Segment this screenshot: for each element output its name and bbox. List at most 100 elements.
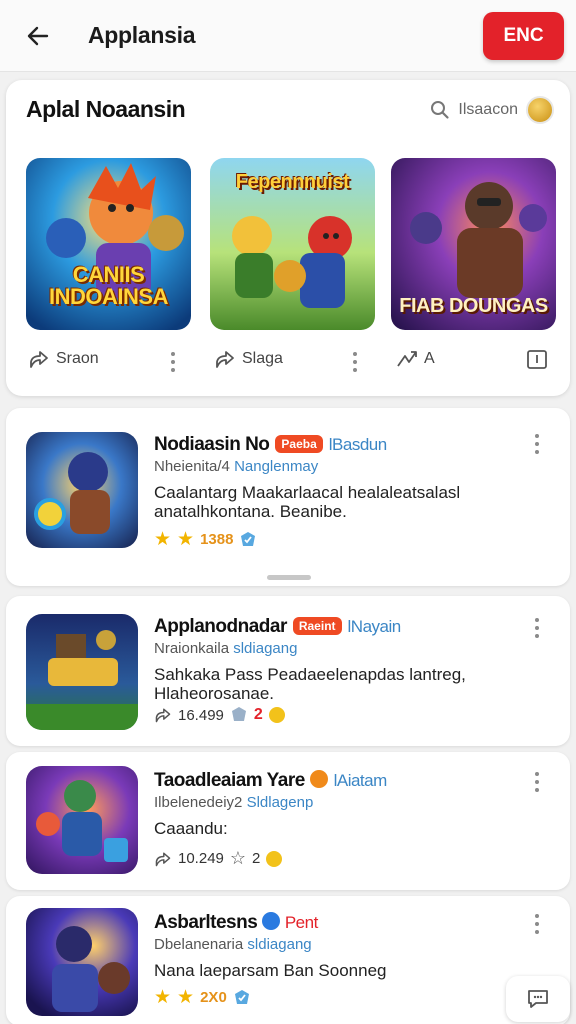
more-vert-icon[interactable] [534, 772, 540, 792]
star-icon: ★ [177, 987, 195, 1008]
developer-name: Nraionkaila [154, 640, 230, 657]
page-title: Applansia [88, 22, 196, 48]
search-label: Ilsaacon [458, 101, 518, 118]
action-label: Sraon [56, 350, 99, 367]
developer-line: Nraionkaila sldiagang [154, 640, 297, 657]
drag-handle[interactable] [267, 575, 311, 580]
emoji-icon [266, 850, 283, 867]
app-badge: Raeint [292, 617, 342, 635]
rating-value: 2X0 [200, 989, 227, 1006]
app-meta: 10.249 ☆ 2 [154, 848, 283, 869]
emoji-icon [268, 707, 285, 723]
developer-line: Dbelanenaria sldiagang [154, 936, 312, 953]
featured-search[interactable]: Ilsaacon [430, 96, 554, 124]
featured-game-tile[interactable]: FIAB DOUNGAS [391, 158, 556, 330]
app-tag: lAiatam [333, 771, 388, 790]
app-meta: ★ ★ 1388 [154, 528, 257, 551]
app-title: Applanodnadar Raeint lNayain [154, 616, 401, 638]
app-description: Caalantarg Maakarlaacal healaleatsalasl … [154, 483, 461, 521]
app-name-text: Taoadleaiam Yare [154, 770, 305, 791]
back-arrow-icon [27, 26, 49, 46]
app-title: Asbarltesns Pent [154, 912, 318, 934]
action-label: Slaga [242, 350, 283, 367]
app-title: Taoadleaiam Yare lAiatam [154, 770, 387, 792]
featured-title: Aplal Noaansin [26, 96, 186, 122]
share-action[interactable]: Slaga [214, 348, 283, 370]
app-name-text: Nodiaasin No [154, 434, 270, 455]
app-meta: ★ ★ 2X0 [154, 986, 251, 1009]
bookmark-icon [527, 350, 547, 369]
app-title: Nodiaasin No Paeba lBasdun [154, 434, 387, 456]
more-vert-icon[interactable] [534, 618, 540, 638]
star-icon: ★ [177, 529, 195, 550]
verified-icon [231, 707, 246, 721]
featured-game-tile[interactable]: CANIIS INDOAINSA [26, 158, 191, 330]
developer-link[interactable]: Sldlagenp [247, 794, 314, 811]
star-outline-icon: ☆ [229, 848, 247, 868]
verified-icon [241, 531, 256, 546]
app-list-item[interactable]: Nodiaasin No Paeba lBasdun Nheienita/4 Nan… [6, 408, 570, 586]
verified-icon [262, 912, 281, 930]
app-description: Caaandu: [154, 819, 228, 838]
developer-link[interactable]: Nanglenmay [234, 458, 318, 475]
app-icon [26, 432, 138, 548]
app-icon [26, 908, 138, 1016]
app-tag: lNayain [347, 617, 402, 636]
app-badge: Paeba [275, 435, 323, 453]
back-button[interactable] [20, 18, 56, 54]
featured-actions: Sraon Slaga A [6, 348, 570, 378]
share-icon [216, 351, 234, 368]
rating-value: 1388 [200, 531, 234, 548]
app-icon [26, 614, 138, 730]
share-icon [155, 852, 171, 866]
tile-logo-text: FIAB DOUNGAS [399, 295, 548, 317]
share-icon [30, 351, 48, 368]
count-value: 2 [252, 850, 261, 867]
more-vert-icon[interactable] [170, 352, 176, 372]
app-icon [26, 766, 138, 874]
download-count: 16.499 [178, 706, 224, 724]
app-name-text: Applanodnadar [154, 616, 287, 637]
chat-icon [528, 990, 548, 1008]
featured-game-tile[interactable]: Fepennnuist [210, 158, 375, 330]
developer-link[interactable]: sldiagang [247, 936, 311, 953]
app-tag: lBasdun [328, 435, 387, 454]
search-icon [431, 101, 450, 119]
developer-link[interactable]: sldiagang [233, 640, 297, 657]
tile-logo-text: CANIIS INDOAINSA [49, 262, 168, 309]
verified-icon [234, 989, 249, 1004]
app-list-item[interactable]: Taoadleaiam Yare lAiatam Ilbelenedeiy2 S… [6, 752, 570, 890]
more-vert-icon[interactable] [534, 914, 540, 934]
developer-name: Ilbelenedeiy2 [154, 794, 243, 811]
share-action[interactable]: Sraon [28, 348, 99, 370]
app-name-text: Asbarltesns [154, 912, 258, 933]
download-count: 10.249 [178, 850, 224, 867]
app-description: Sahkaka Pass Peadaeelenapdas lantreg, Hl… [154, 665, 466, 703]
trend-action[interactable]: A [396, 348, 435, 370]
star-icon: ★ [154, 987, 172, 1008]
x-icon [309, 770, 328, 788]
count-value: 2 [253, 706, 263, 723]
trend-icon [397, 351, 417, 367]
app-description: Nana laeparsam Ban Soonneg [154, 961, 387, 980]
more-vert-icon[interactable] [352, 352, 358, 372]
developer-name: Dbelanenaria [154, 936, 244, 953]
chat-button[interactable] [506, 976, 570, 1022]
featured-section: Aplal Noaansin Ilsaacon CANIIS INDOAINSA [6, 80, 570, 396]
coin-icon[interactable] [526, 96, 554, 124]
more-vert-icon[interactable] [534, 434, 540, 454]
top-app-bar: Applansia ENC [0, 0, 576, 72]
share-icon [155, 708, 171, 723]
action-label: A [424, 350, 435, 367]
developer-line: Nheienita/4 Nanglenmay [154, 458, 318, 475]
developer-name: Nheienita/4 [154, 458, 230, 475]
app-meta: 16.499 2 [154, 706, 285, 724]
developer-line: Ilbelenedeiy2 Sldlagenp [154, 794, 313, 811]
app-list-item[interactable]: Asbarltesns Pent Dbelanenaria sldiagang … [6, 896, 570, 1024]
action-button[interactable]: ENC [483, 12, 564, 60]
star-icon: ★ [154, 529, 172, 550]
tile-logo-text: Fepennnuist [235, 171, 350, 193]
bookmark-action[interactable] [526, 348, 548, 370]
app-list-item[interactable]: Applanodnadar Raeint lNayain Nraionkaila s… [6, 596, 570, 746]
app-badge: Pent [284, 913, 318, 932]
